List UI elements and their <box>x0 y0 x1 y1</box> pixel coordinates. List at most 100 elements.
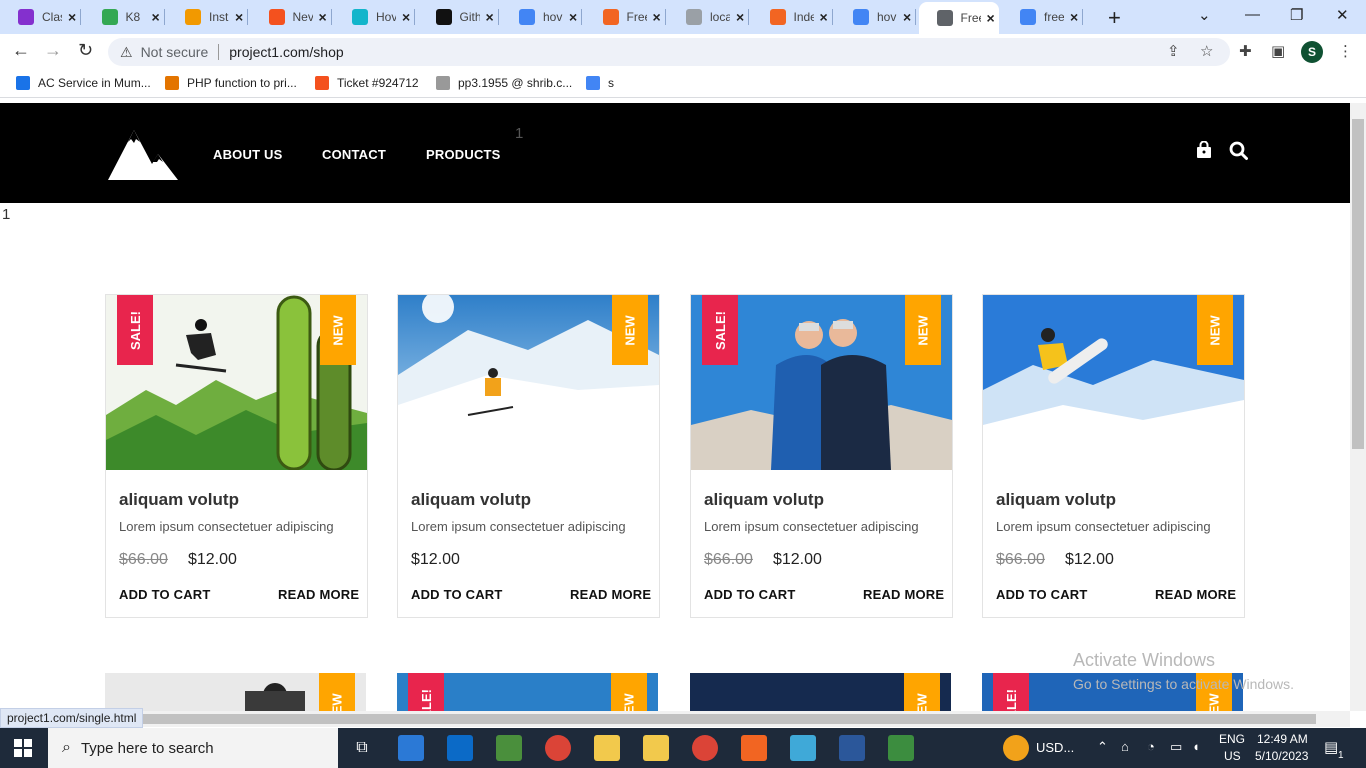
address-bar[interactable]: ⚠ Not secure project1.com/shop <box>108 38 1230 66</box>
add-to-cart-button[interactable]: ADD TO CART <box>119 587 211 602</box>
scrollbar-thumb[interactable] <box>1352 119 1364 449</box>
nav-products[interactable]: PRODUCTS <box>426 147 501 162</box>
mountain-logo[interactable] <box>108 128 178 180</box>
bookmark-item[interactable]: AC Service in Mum... <box>16 76 151 90</box>
network-icon[interactable]: ⌂ <box>1121 739 1129 754</box>
tab-close-icon[interactable]: × <box>402 9 410 25</box>
file-explorer-icon[interactable] <box>594 735 620 761</box>
tab-close-icon[interactable]: × <box>235 9 243 25</box>
clock-time[interactable]: 12:49 AM <box>1257 732 1308 746</box>
read-more-button[interactable]: READ MORE <box>278 587 359 602</box>
app-icon[interactable] <box>643 735 669 761</box>
reload-icon[interactable]: ↻ <box>78 40 93 61</box>
product-image[interactable]: SALE! NEW <box>691 295 952 470</box>
currency-widget-icon[interactable] <box>1003 735 1029 761</box>
browser-tab[interactable]: Inde × <box>752 4 833 30</box>
tab-close-icon[interactable]: × <box>903 9 911 25</box>
nav-contact[interactable]: CONTACT <box>322 147 386 162</box>
clock-date[interactable]: 5/10/2023 <box>1255 749 1308 763</box>
warning-icon[interactable]: ⚠ <box>120 44 133 61</box>
tab-search-icon[interactable]: ⌄ <box>1198 6 1211 24</box>
app-icon[interactable] <box>496 735 522 761</box>
tab-close-icon[interactable]: × <box>569 9 577 25</box>
volume-icon[interactable]: ◖ <box>1192 739 1200 754</box>
search-icon[interactable] <box>1229 141 1248 161</box>
product-image[interactable]: NEW <box>983 295 1244 470</box>
side-panel-icon[interactable]: ▣ <box>1271 42 1285 60</box>
forward-icon[interactable]: → <box>44 40 62 61</box>
browser-tab[interactable]: hov × <box>501 4 582 30</box>
read-more-button[interactable]: READ MORE <box>570 587 651 602</box>
browser-tab[interactable]: loca × <box>668 4 749 30</box>
task-view-icon[interactable]: ⧉ <box>349 735 375 761</box>
add-to-cart-button[interactable]: ADD TO CART <box>996 587 1088 602</box>
app-icon[interactable] <box>888 735 914 761</box>
tab-close-icon[interactable]: × <box>1070 9 1078 25</box>
minimize-button[interactable]: — <box>1245 6 1260 23</box>
bookmark-item[interactable]: pp3.1955 @ shrib.c... <box>436 76 572 90</box>
battery-icon[interactable]: ▭ <box>1170 739 1182 755</box>
bookmark-item[interactable]: Ticket #924712 <box>315 76 419 90</box>
product-image[interactable]: NEW <box>690 673 951 711</box>
currency-widget-label[interactable]: USD... <box>1036 740 1074 755</box>
xampp-app-icon[interactable] <box>741 735 767 761</box>
browser-tab[interactable]: Hov × <box>334 4 415 30</box>
browser-tab[interactable]: Inst × <box>167 4 248 30</box>
horizontal-scrollbar[interactable] <box>0 711 1350 727</box>
browser-tab[interactable]: Free × <box>918 2 999 34</box>
wifi-icon[interactable]: ◔ <box>1147 739 1155 754</box>
product-image[interactable]: NEW <box>105 673 366 711</box>
product-title[interactable]: aliquam volutp <box>996 490 1116 510</box>
chrome-app-icon[interactable] <box>692 735 718 761</box>
store-app-icon[interactable] <box>398 735 424 761</box>
close-window-button[interactable]: ✕ <box>1336 6 1349 24</box>
taskbar-search-box[interactable]: ⌕ Type here to search <box>48 728 338 768</box>
product-image[interactable]: NEW <box>398 295 659 470</box>
tab-close-icon[interactable]: × <box>152 9 160 25</box>
browser-tab[interactable]: Free × <box>585 4 666 30</box>
language-secondary[interactable]: US <box>1224 749 1241 763</box>
product-image[interactable]: SALE! NEW <box>397 673 658 711</box>
bookmark-item[interactable]: s <box>586 76 614 90</box>
add-to-cart-button[interactable]: ADD TO CART <box>411 587 503 602</box>
tab-close-icon[interactable]: × <box>820 9 828 25</box>
product-image[interactable]: SALE! NEW <box>106 295 367 470</box>
add-to-cart-button[interactable]: ADD TO CART <box>704 587 796 602</box>
share-icon[interactable]: ⇪ <box>1167 42 1180 60</box>
extensions-icon[interactable]: ✚ <box>1239 42 1252 60</box>
tab-close-icon[interactable]: × <box>319 9 327 25</box>
vertical-scrollbar[interactable] <box>1350 103 1366 711</box>
shopping-bag-icon[interactable] <box>1196 141 1212 159</box>
browser-tab[interactable]: Clas × <box>0 4 81 30</box>
new-tab-button[interactable]: + <box>1108 5 1121 31</box>
browser-tab[interactable]: hov × <box>835 4 916 30</box>
back-icon[interactable]: ← <box>12 40 30 61</box>
browser-tab[interactable]: free × <box>1002 4 1083 30</box>
read-more-button[interactable]: READ MORE <box>1155 587 1236 602</box>
product-title[interactable]: aliquam volutp <box>119 490 239 510</box>
product-title[interactable]: aliquam volutp <box>704 490 824 510</box>
browser-tab[interactable]: K8 × <box>84 4 165 30</box>
tab-close-icon[interactable]: × <box>653 9 661 25</box>
app-icon[interactable] <box>839 735 865 761</box>
bookmark-star-icon[interactable]: ☆ <box>1200 42 1213 60</box>
url-text[interactable]: project1.com/shop <box>229 44 343 60</box>
tab-close-icon[interactable]: × <box>987 10 995 26</box>
windows-start-icon[interactable] <box>14 739 32 757</box>
tab-close-icon[interactable]: × <box>68 9 76 25</box>
bookmark-item[interactable]: PHP function to pri... <box>165 76 297 90</box>
notification-icon[interactable]: ▤ <box>1324 738 1338 756</box>
profile-avatar[interactable]: S <box>1301 41 1323 63</box>
browser-tab[interactable]: Gith × <box>418 4 499 30</box>
language-primary[interactable]: ENG <box>1219 732 1245 746</box>
browser-tab[interactable]: Nev × <box>251 4 332 30</box>
product-title[interactable]: aliquam volutp <box>411 490 531 510</box>
nav-about-us[interactable]: ABOUT US <box>213 147 283 162</box>
menu-icon[interactable]: ⋮ <box>1338 42 1353 60</box>
chevron-up-icon[interactable]: ⌃ <box>1097 739 1108 755</box>
read-more-button[interactable]: READ MORE <box>863 587 944 602</box>
scrollbar-thumb[interactable] <box>16 714 1316 724</box>
tab-close-icon[interactable]: × <box>736 9 744 25</box>
restore-button[interactable]: ❐ <box>1290 6 1303 24</box>
tab-close-icon[interactable]: × <box>486 9 494 25</box>
